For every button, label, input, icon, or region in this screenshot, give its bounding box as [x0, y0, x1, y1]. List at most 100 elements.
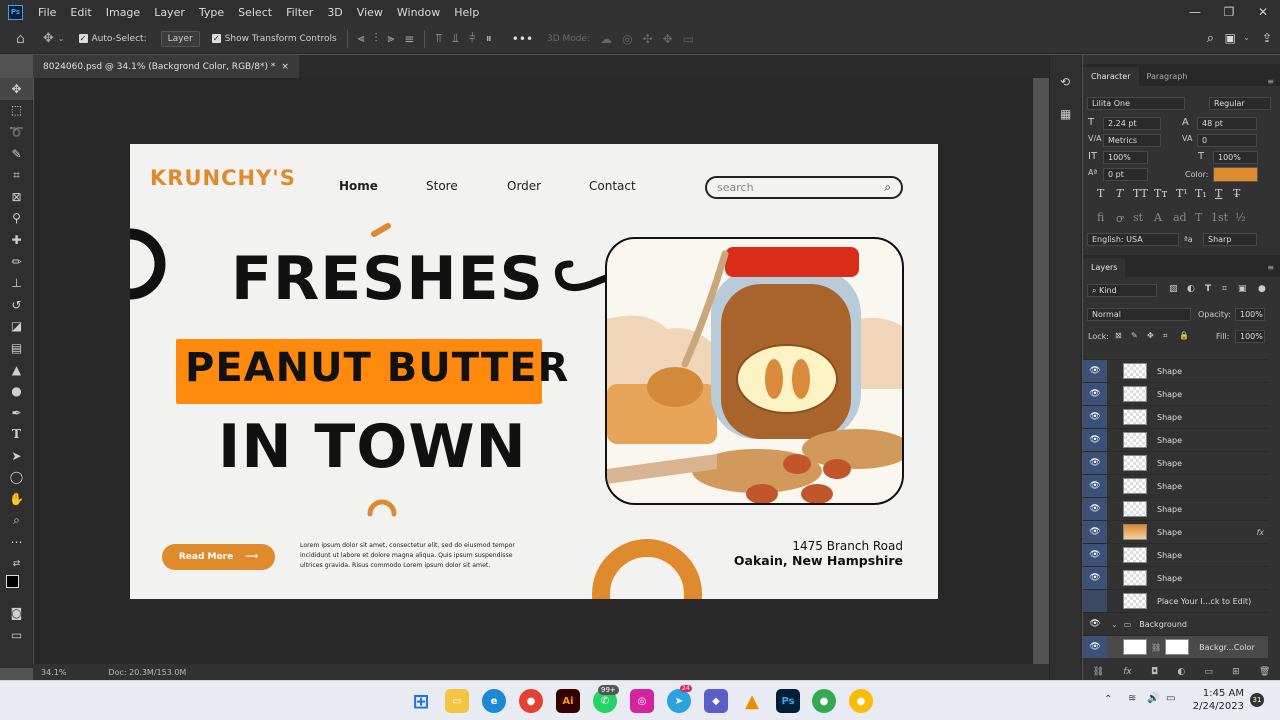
layer-row[interactable]: 👁 Shape	[1083, 497, 1268, 520]
tab-paragraph[interactable]: Paragraph	[1139, 67, 1196, 86]
nav-store[interactable]: Store	[426, 179, 458, 193]
path-select-tool-icon[interactable]: ➤	[0, 445, 33, 467]
search-icon[interactable]: ⌕	[1207, 31, 1214, 46]
panel-menu-icon[interactable]: ≡	[1267, 77, 1274, 86]
visibility-eye-icon[interactable]: 👁	[1083, 383, 1107, 405]
text-color-swatch[interactable]	[1213, 167, 1258, 182]
delete-layer-icon[interactable]: 🗑	[1259, 667, 1270, 677]
chevron-down-icon[interactable]: ⌄	[1243, 33, 1250, 42]
font-style-select[interactable]: Regular	[1209, 97, 1271, 110]
leading-field[interactable]: 48 pt	[1197, 117, 1257, 130]
antialias-select[interactable]: Sharp	[1203, 233, 1257, 246]
chevron-up-icon[interactable]: ⌃	[1104, 694, 1112, 705]
notification-badge[interactable]: 31	[1250, 693, 1264, 707]
app-icon[interactable]: ◆	[704, 689, 728, 713]
superscript-icon[interactable]: T¹	[1176, 187, 1188, 200]
lock-all-icon[interactable]: 🔒	[1179, 331, 1189, 340]
blend-mode-select[interactable]: Normal	[1087, 308, 1191, 321]
share-icon[interactable]: ⇪	[1262, 31, 1272, 45]
edit-toolbar-icon[interactable]: ⋯	[0, 531, 33, 553]
distribute-vertical-icon[interactable]: ⏸	[486, 31, 492, 46]
minimize-button[interactable]: —	[1178, 0, 1212, 24]
menu-layer[interactable]: Layer	[147, 6, 192, 19]
visibility-eye-icon[interactable]: 👁	[1083, 406, 1107, 428]
filter-toggle-icon[interactable]: ●	[1258, 284, 1266, 294]
menu-window[interactable]: Window	[390, 6, 447, 19]
properties-panel-icon[interactable]: ▦	[1060, 107, 1071, 121]
ordinals-icon[interactable]: 1st	[1211, 211, 1228, 224]
instagram-icon[interactable]: ◎	[630, 689, 654, 713]
visibility-eye-icon[interactable]: 👁	[1083, 636, 1107, 658]
chevron-down-icon[interactable]: ⌄	[58, 34, 65, 43]
underline-icon[interactable]: T	[1215, 187, 1222, 200]
nav-contact[interactable]: Contact	[589, 179, 636, 193]
type-tool-icon[interactable]: T	[0, 424, 33, 446]
kerning-field[interactable]: Metrics	[1103, 134, 1161, 147]
old-style-icon[interactable]: ꝍ	[1116, 211, 1123, 226]
faux-bold-icon[interactable]: T	[1097, 187, 1104, 200]
all-caps-icon[interactable]: TT	[1133, 187, 1148, 200]
strikethrough-icon[interactable]: T̶	[1233, 187, 1240, 200]
menu-view[interactable]: View	[350, 6, 390, 19]
close-tab-icon[interactable]: ×	[281, 62, 289, 72]
more-options-icon[interactable]: •••	[512, 32, 533, 46]
ligature-icon[interactable]: fi	[1097, 211, 1104, 224]
battery-icon[interactable]: ▭	[1166, 693, 1175, 704]
hand-tool-icon[interactable]: ✋	[0, 488, 33, 510]
ellipse-tool-icon[interactable]: ◯	[0, 467, 33, 489]
chrome-profile-icon[interactable]: ●	[812, 689, 836, 713]
layer-row[interactable]: 👁 Shape	[1083, 382, 1268, 405]
layer-row[interactable]: 👁 Shape	[1083, 359, 1268, 382]
layer-group-row[interactable]: 👁 ⌄ ▭ Background	[1083, 612, 1268, 635]
align-bottom-icon[interactable]: ⫩	[469, 31, 476, 46]
file-explorer-icon[interactable]: ▭	[445, 689, 469, 713]
eyedropper-tool-icon[interactable]: ⚲	[0, 208, 33, 230]
filter-shape-icon[interactable]: ⌗	[1222, 284, 1227, 294]
baseline-field[interactable]: 0 pt	[1103, 168, 1148, 181]
lock-artboard-icon[interactable]: ⌗	[1163, 331, 1168, 341]
visibility-eye-icon[interactable]: 👁	[1083, 521, 1107, 543]
menu-image[interactable]: Image	[99, 6, 147, 19]
swash-icon[interactable]: A	[1154, 211, 1162, 224]
menu-type[interactable]: Type	[192, 6, 231, 19]
lock-position-icon[interactable]: ✥	[1147, 331, 1154, 340]
layer-row[interactable]: 👁 Shape	[1083, 566, 1268, 589]
fill-field[interactable]: 100%	[1235, 330, 1265, 343]
document-tab[interactable]: 8024060.psd @ 34.1% (Backgrond Color, RG…	[33, 55, 299, 78]
visibility-eye-icon[interactable]: 👁	[1083, 475, 1107, 497]
quick-mask-icon[interactable]: ◙	[0, 602, 33, 624]
visibility-eye-icon[interactable]: 👁	[1083, 360, 1107, 382]
volume-icon[interactable]: 🔊	[1147, 693, 1159, 704]
effects-icon[interactable]: fx	[1256, 528, 1264, 537]
photoshop-taskbar-icon[interactable]: Ps	[776, 689, 800, 713]
show-transform-checkbox[interactable]: ✓ Show Transform Controls	[211, 34, 337, 44]
clock[interactable]: 1:45 AM 2/24/2023	[1192, 687, 1244, 713]
healing-brush-icon[interactable]: ✚	[0, 229, 33, 251]
layer-row[interactable]: 👁 Place Your I...ck to Edit)	[1083, 589, 1268, 612]
align-right-icon[interactable]: ⫸	[388, 31, 395, 46]
font-size-field[interactable]: 2.24 pt	[1103, 117, 1161, 130]
history-panel-icon[interactable]: ⟲	[1060, 75, 1070, 89]
read-more-button[interactable]: Read More ⟶	[162, 544, 275, 570]
filter-kind-select[interactable]: ⌕ Kind	[1087, 284, 1157, 297]
chrome-icon[interactable]: ●	[519, 689, 543, 713]
menu-3d[interactable]: 3D	[320, 6, 349, 19]
lock-image-icon[interactable]: ✎	[1131, 331, 1138, 340]
filter-smart-object-icon[interactable]: ▣	[1238, 284, 1247, 294]
restore-button[interactable]: ❐	[1212, 0, 1246, 24]
lock-transparent-icon[interactable]: ⊠	[1115, 331, 1122, 340]
artboard-canvas[interactable]: KRUNCHY'S Home Store Order Contact searc…	[130, 144, 938, 599]
panel-menu-icon[interactable]: ≡	[1267, 263, 1274, 272]
nav-order[interactable]: Order	[507, 179, 541, 193]
foreground-color[interactable]	[6, 574, 19, 588]
layer-row[interactable]: 👁 Shape	[1083, 428, 1268, 451]
edge-icon[interactable]: e	[482, 689, 506, 713]
telegram-icon[interactable]: ➤	[667, 689, 691, 713]
lasso-tool-icon[interactable]: ➰	[0, 121, 33, 143]
swap-colors-icon[interactable]: ⇄	[0, 553, 33, 575]
visibility-eye-icon[interactable]: 👁	[1083, 567, 1107, 589]
close-button[interactable]: ✕	[1246, 0, 1280, 24]
wifi-icon[interactable]: ≋	[1128, 693, 1136, 704]
home-icon[interactable]: ⌂	[16, 31, 25, 47]
add-style-icon[interactable]: fx	[1123, 667, 1132, 677]
